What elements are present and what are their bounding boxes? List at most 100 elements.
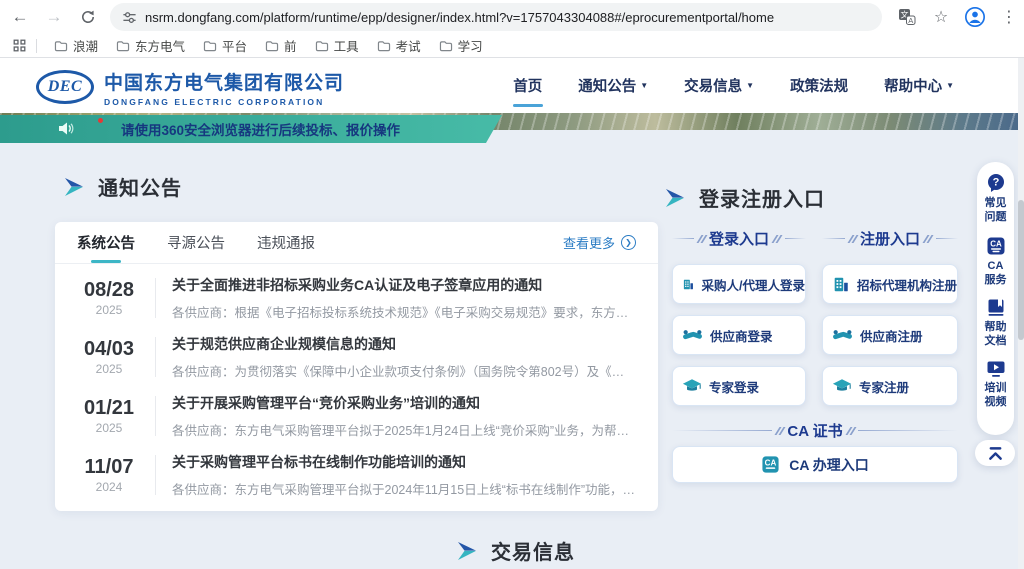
expert-login-button[interactable]: 专家登录 xyxy=(672,366,806,406)
company-name: 中国东方电气集团有限公司 DONGFANG ELECTRIC CORPORATI… xyxy=(104,68,344,107)
caret-down-icon: ▼ xyxy=(746,81,754,90)
notice-desc: 各供应商：为贯彻落实《保障中小企业款项支付条例》（国务院令第802号）及《中小企… xyxy=(172,361,636,380)
bookmark-folder[interactable]: 浪潮 xyxy=(45,36,107,56)
folder-icon xyxy=(116,40,130,52)
notice-row[interactable]: 04/032025 关于规范供应商企业规模信息的通知各供应商：为贯彻落实《保障中… xyxy=(55,327,658,386)
chevron-right-icon: ❯ xyxy=(621,235,636,250)
notice-desc: 各供应商：东方电气采购管理平台拟于2024年11月15日上线“标书在线制作”功能… xyxy=(172,479,636,498)
building-icon xyxy=(682,275,695,294)
ca-service-item[interactable]: CA CA服务 xyxy=(983,236,1009,288)
translate-icon[interactable]: 文A xyxy=(896,6,918,28)
page-scrollbar[interactable] xyxy=(1018,58,1024,569)
nav-policies[interactable]: 政策法规 xyxy=(790,58,848,113)
quick-sidebar: ? 常见问题 CA CA服务 帮助文档 培训视频 xyxy=(977,162,1014,435)
question-bubble-icon: ? xyxy=(986,173,1006,193)
bidding-agency-register-button[interactable]: 招标代理机构注册 xyxy=(822,264,958,304)
folder-icon xyxy=(203,40,217,52)
bookmark-label: 学习 xyxy=(458,36,483,55)
back-to-top-button[interactable] xyxy=(975,440,1015,466)
main-nav: 首页 通知公告▼ 交易信息▼ 政策法规 帮助中心▼ xyxy=(513,58,954,113)
bookmark-folder[interactable]: 前 xyxy=(256,36,306,56)
supplier-login-button[interactable]: 供应商登录 xyxy=(672,315,806,355)
notice-desc: 各供应商：根据《电子招标投标系统技术规范》《电子采购交易规范》要求，东方电气采购… xyxy=(172,302,636,321)
building-icon xyxy=(832,275,850,294)
bookmark-folder[interactable]: 东方电气 xyxy=(107,36,194,56)
trade-section-title: 交易信息 xyxy=(455,536,575,565)
caret-down-icon: ▼ xyxy=(640,81,648,90)
notice-ticker: 请使用360安全浏览器进行后续投标、报价操作 xyxy=(0,115,502,143)
svg-text:?: ? xyxy=(992,177,999,189)
notification-dot xyxy=(98,118,103,123)
bookmark-label: 考试 xyxy=(396,36,421,55)
notice-date: 08/282025 xyxy=(77,279,141,317)
notice-tabs: 系统公告 寻源公告 违规通报 查看更多 ❯ xyxy=(55,222,658,264)
bookmarks-bar: 浪潮 东方电气 平台 前 工具 考试 学习 xyxy=(0,34,1024,58)
bookmark-folder[interactable]: 考试 xyxy=(368,36,430,56)
notice-row[interactable]: 01/212025 关于开展采购管理平台“竞价采购业务”培训的通知各供应商：东方… xyxy=(55,386,658,445)
view-more-link[interactable]: 查看更多 ❯ xyxy=(563,233,636,252)
profile-avatar-icon[interactable] xyxy=(964,6,986,28)
help-docs-item[interactable]: 帮助文档 xyxy=(983,298,1009,349)
notice-title[interactable]: 关于规范供应商企业规模信息的通知 xyxy=(172,334,636,354)
divider xyxy=(155,337,156,377)
tab-violation-reports[interactable]: 违规通报 xyxy=(257,222,315,263)
faq-item[interactable]: ? 常见问题 xyxy=(983,173,1009,225)
address-bar[interactable]: nsrm.dongfang.com/platform/runtime/epp/d… xyxy=(110,3,882,31)
scrollbar-thumb[interactable] xyxy=(1018,200,1024,340)
training-videos-item[interactable]: 培训视频 xyxy=(983,360,1009,410)
bookmark-folder[interactable]: 平台 xyxy=(194,36,256,56)
video-play-icon xyxy=(986,360,1006,378)
scroll-top-icon xyxy=(987,446,1004,461)
svg-text:A: A xyxy=(908,16,913,25)
handshake-icon xyxy=(832,327,853,344)
graduation-cap-icon xyxy=(832,378,852,395)
expert-register-button[interactable]: 专家注册 xyxy=(822,366,958,406)
dec-logo[interactable]: DEC xyxy=(36,70,94,104)
bookmark-label: 前 xyxy=(284,36,297,55)
bookmark-label: 工具 xyxy=(334,36,359,55)
section-arrow-icon xyxy=(62,177,85,197)
notice-desc: 各供应商：东方电气采购管理平台拟于2025年1月24日上线“竞价采购”业务，为帮… xyxy=(172,420,636,439)
supplier-register-button[interactable]: 供应商注册 xyxy=(822,315,958,355)
bookmark-label: 东方电气 xyxy=(135,36,185,55)
site-settings-icon[interactable] xyxy=(122,10,137,25)
chrome-menu-icon[interactable]: ⋮ xyxy=(998,6,1020,28)
folder-icon xyxy=(377,40,391,52)
divider xyxy=(155,396,156,436)
tab-sourcing-notices[interactable]: 寻源公告 xyxy=(167,222,225,263)
bookmark-label: 浪潮 xyxy=(73,36,98,55)
reload-icon[interactable] xyxy=(74,3,102,31)
folder-icon xyxy=(315,40,329,52)
graduation-cap-icon xyxy=(682,378,702,395)
book-icon xyxy=(986,298,1006,317)
bookmark-folder[interactable]: 工具 xyxy=(306,36,368,56)
speaker-icon xyxy=(58,121,75,136)
buyer-agent-login-button[interactable]: 采购人/代理人登录 xyxy=(672,264,806,304)
section-arrow-icon xyxy=(663,188,686,208)
handshake-icon xyxy=(682,327,703,344)
notice-date: 04/032025 xyxy=(77,338,141,376)
tab-system-notices[interactable]: 系统公告 xyxy=(77,222,135,263)
nav-trade-info[interactable]: 交易信息▼ xyxy=(684,58,754,113)
notice-title[interactable]: 关于采购管理平台标书在线制作功能培训的通知 xyxy=(172,452,636,472)
back-icon[interactable]: ← xyxy=(6,3,34,31)
ca-apply-button[interactable]: CA CA 办理入口 xyxy=(672,446,958,483)
forward-icon[interactable]: → xyxy=(40,3,68,31)
folder-icon xyxy=(439,40,453,52)
nav-help-center[interactable]: 帮助中心▼ xyxy=(884,58,954,113)
notices-section-title: 通知公告 xyxy=(62,172,182,201)
notice-title[interactable]: 关于开展采购管理平台“竞价采购业务”培训的通知 xyxy=(172,393,636,413)
nav-notices[interactable]: 通知公告▼ xyxy=(578,58,648,113)
url-text[interactable]: nsrm.dongfang.com/platform/runtime/epp/d… xyxy=(145,10,774,25)
notices-card: 系统公告 寻源公告 违规通报 查看更多 ❯ 08/282025 关于全面推进非招… xyxy=(55,222,658,511)
ca-badge-icon: CA xyxy=(761,455,780,474)
bookmark-star-icon[interactable]: ☆ xyxy=(930,6,952,28)
folder-icon xyxy=(54,40,68,52)
notice-row[interactable]: 11/072024 关于采购管理平台标书在线制作功能培训的通知各供应商：东方电气… xyxy=(55,445,658,504)
apps-grid-icon[interactable] xyxy=(8,35,30,57)
nav-home[interactable]: 首页 xyxy=(513,58,542,113)
notice-title[interactable]: 关于全面推进非招标采购业务CA认证及电子签章应用的通知 xyxy=(172,275,636,295)
ticker-text: 请使用360安全浏览器进行后续投标、报价操作 xyxy=(121,119,400,139)
bookmark-folder[interactable]: 学习 xyxy=(430,36,492,56)
notice-row[interactable]: 08/282025 关于全面推进非招标采购业务CA认证及电子签章应用的通知各供应… xyxy=(55,268,658,327)
